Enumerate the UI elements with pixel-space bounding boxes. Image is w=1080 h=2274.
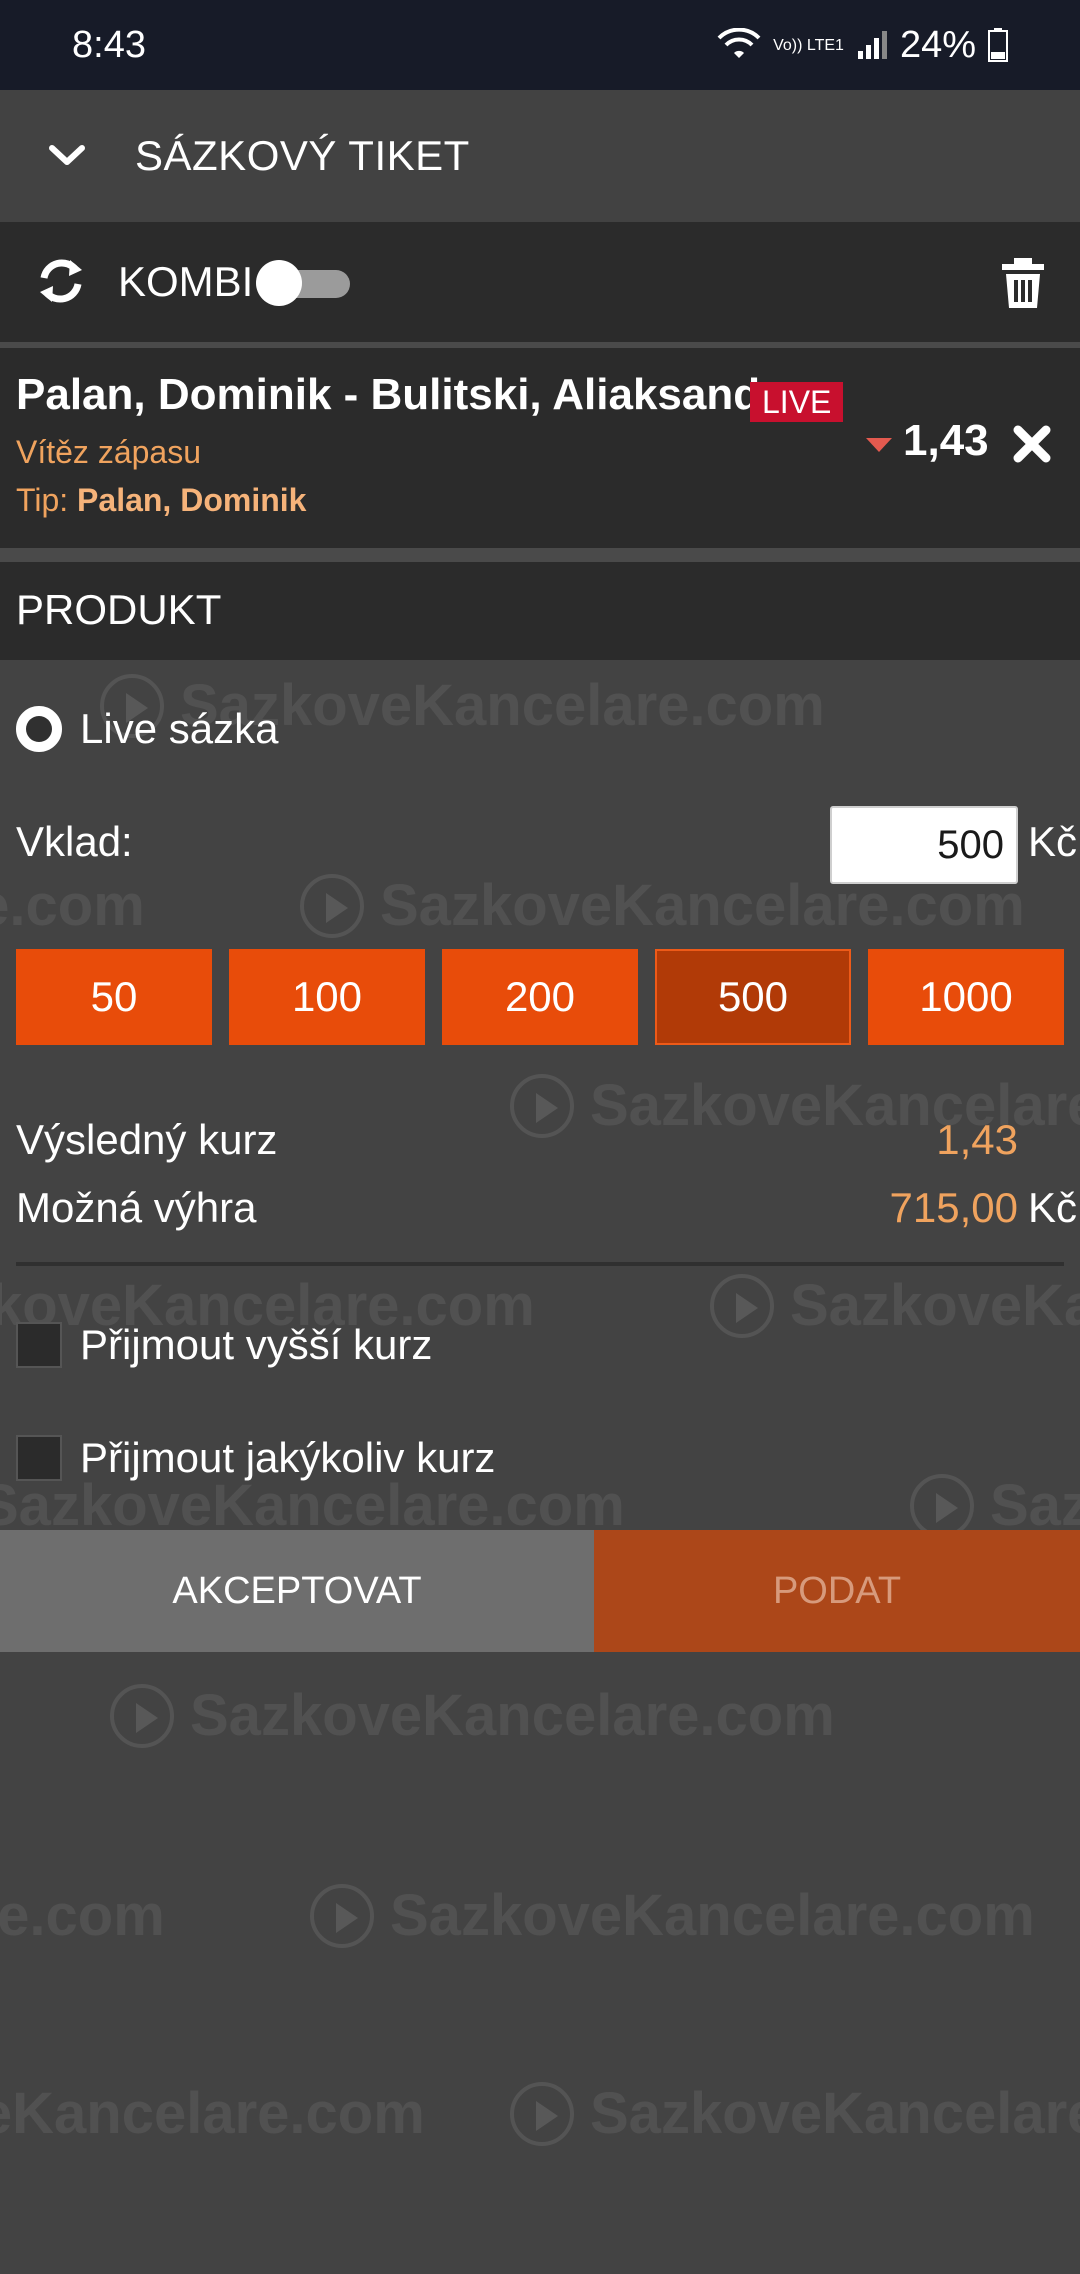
tip-label: Tip: bbox=[16, 482, 69, 518]
watermark: SazkoveKancelare.com bbox=[0, 873, 145, 938]
live-badge: LIVE bbox=[750, 382, 844, 422]
watermark: SazkoveKancelare.com bbox=[710, 1272, 1080, 1339]
odds-down-arrow-icon bbox=[866, 438, 892, 452]
live-bet-label: Live sázka bbox=[80, 705, 279, 752]
possible-win-value: 715,00 bbox=[889, 1184, 1018, 1231]
possible-win-label: Možná výhra bbox=[16, 1184, 257, 1231]
watermark: SazkoveKancelare.com bbox=[310, 1882, 1035, 1949]
status-bar: 8:43 Vo)) LTE1 24% bbox=[0, 0, 1080, 90]
ticket-title: SÁZKOVÝ TIKET bbox=[135, 132, 470, 179]
quick-stake-200-button[interactable]: 200 bbox=[442, 949, 638, 1045]
accept-button[interactable]: AKCEPTOVAT bbox=[0, 1530, 594, 1652]
total-odds-label: Výsledný kurz bbox=[16, 1116, 278, 1163]
watermark: SazkoveKancelare.com bbox=[0, 2081, 425, 2146]
chevron-down-icon[interactable] bbox=[46, 134, 88, 176]
tip-value: Palan, Dominik bbox=[77, 482, 307, 518]
market-name: Vítěz zápasu bbox=[16, 434, 201, 470]
product-title: PRODUKT bbox=[16, 586, 222, 633]
kombi-label: KOMBI bbox=[118, 258, 254, 305]
total-odds-value: 1,43 bbox=[936, 1116, 1018, 1163]
watermark: SazkoveKancelare.com bbox=[110, 1682, 835, 1749]
live-bet-radio[interactable] bbox=[16, 706, 62, 752]
signal-icon bbox=[857, 31, 887, 59]
status-time: 8:43 bbox=[72, 23, 146, 66]
volte-indicator: Vo)) LTE1 bbox=[773, 36, 844, 54]
accept-higher-odds-option[interactable]: Přijmout vyšší kurz bbox=[16, 1321, 432, 1369]
accept-higher-odds-label: Přijmout vyšší kurz bbox=[80, 1321, 433, 1368]
event-name: Palan, Dominik - Bulitski, Aliaksandr bbox=[16, 370, 778, 419]
accept-higher-odds-checkbox[interactable] bbox=[16, 1322, 62, 1368]
submit-bet-button[interactable]: PODAT bbox=[594, 1530, 1080, 1652]
divider bbox=[0, 548, 1080, 562]
watermark: SazkoveKancelare.com bbox=[0, 1883, 165, 1948]
accept-any-odds-option[interactable]: Přijmout jakýkoliv kurz bbox=[16, 1434, 495, 1482]
kombi-toggle[interactable] bbox=[256, 260, 350, 306]
quick-stake-1000-button[interactable]: 1000 bbox=[868, 949, 1064, 1045]
trash-icon[interactable] bbox=[998, 256, 1048, 310]
quick-stake-buttons: 50 100 200 500 1000 bbox=[16, 949, 1064, 1045]
refresh-icon[interactable] bbox=[34, 254, 88, 308]
divider bbox=[16, 1262, 1064, 1266]
live-bet-option[interactable]: Live sázka bbox=[16, 705, 278, 753]
ticket-actions: AKCEPTOVAT PODAT bbox=[0, 1530, 1080, 1652]
bet-selection: Palan, Dominik - Bulitski, Aliaksandr LI… bbox=[0, 348, 1080, 548]
possible-win-currency: Kč bbox=[1028, 1184, 1078, 1231]
battery-percent: 24% bbox=[899, 23, 976, 66]
ticket-header[interactable]: SÁZKOVÝ TIKET bbox=[0, 90, 1080, 222]
product-section-header: PRODUKT bbox=[0, 562, 1080, 660]
tip: Tip: Palan, Dominik bbox=[16, 482, 306, 519]
kombi-toggle-knob bbox=[256, 260, 302, 306]
quick-stake-50-button[interactable]: 50 bbox=[16, 949, 212, 1045]
accept-any-odds-label: Přijmout jakýkoliv kurz bbox=[80, 1434, 496, 1481]
selection-odds: 1,43 bbox=[903, 416, 989, 465]
quick-stake-100-button[interactable]: 100 bbox=[229, 949, 425, 1045]
status-indicators: Vo)) LTE1 24% bbox=[717, 24, 1008, 67]
stake-label: Vklad: bbox=[16, 818, 133, 865]
battery-icon bbox=[988, 28, 1008, 62]
watermark: SazkoveKancelare.com bbox=[0, 1473, 625, 1538]
watermark: SazkoveKancelare.com bbox=[910, 1472, 1080, 1539]
wifi-icon bbox=[717, 28, 761, 58]
accept-any-odds-checkbox[interactable] bbox=[16, 1435, 62, 1481]
stake-input[interactable] bbox=[830, 806, 1018, 884]
watermark: SazkoveKancelare.com bbox=[510, 2080, 1080, 2147]
close-icon[interactable] bbox=[1012, 424, 1052, 464]
stake-currency: Kč bbox=[1028, 818, 1078, 865]
ticket-toolbar: KOMBI bbox=[0, 222, 1080, 342]
quick-stake-500-button[interactable]: 500 bbox=[655, 949, 851, 1045]
